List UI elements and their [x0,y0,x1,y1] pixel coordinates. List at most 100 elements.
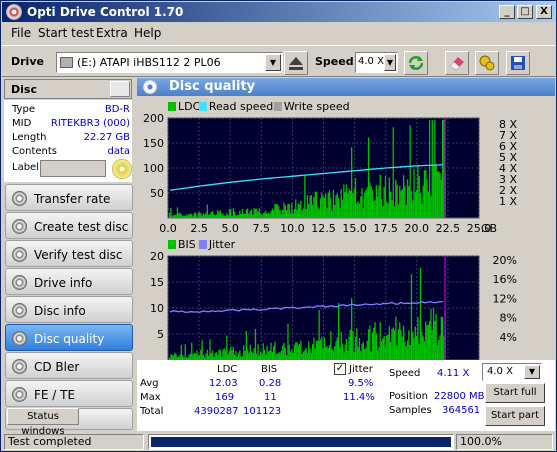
data-bar [438,339,440,360]
status-windows-button[interactable]: Status windows [7,408,79,437]
data-bar [200,212,202,218]
data-bar [403,175,405,218]
data-bar [297,203,299,218]
data-bar [270,342,272,360]
nav-label: Disc info [34,304,86,318]
start-full-button[interactable]: Start full [485,383,545,403]
data-bar [226,335,228,360]
data-bar [300,200,302,218]
refresh-button[interactable] [404,51,428,75]
status-bar: Test completed 100.0% [2,433,555,451]
nav-transfer-rate[interactable]: Transfer rate [5,184,133,211]
data-bar [390,341,392,360]
data-bar [386,335,388,360]
label-input[interactable] [40,160,106,177]
maximize-button[interactable]: □ [517,5,533,19]
data-bar [283,342,285,360]
data-bar [419,193,422,218]
menu-start-test[interactable]: Start test [38,26,94,40]
nav-create-test-disc[interactable]: Create test disc [5,212,133,239]
app-window: Opti Drive Control 1.70 _ □ X File Start… [0,0,557,452]
nav-drive-info[interactable]: Drive info [5,268,133,295]
nav-verify-test-disc[interactable]: Verify test disc [5,240,133,267]
data-bar [235,215,237,218]
menu-help[interactable]: Help [134,26,161,40]
nav-fe-te[interactable]: FE / TE [5,380,133,407]
speed-select[interactable]: 4.0 X ▼ [355,52,398,73]
nav-cd-bler[interactable]: CD Bler [5,352,133,379]
x-tick-label: 12.5 [311,222,336,235]
data-bar [397,329,400,360]
jitter-checkbox[interactable]: ✓ [334,363,346,375]
data-bar [257,211,259,218]
data-bar [332,189,335,218]
data-bar [214,215,216,218]
disc-quality-panel: Disc quality 200 150 100 50 0.0 2.5 5.0 7.5 10.0… [137,78,555,431]
eject-icon [289,57,303,70]
data-bar [374,322,376,360]
data-bar [339,347,341,360]
y2-tick-label: 8% [500,312,517,325]
eject-button[interactable] [284,51,308,75]
data-bar [304,350,306,360]
data-bar [429,120,431,218]
data-bar [321,336,323,360]
data-bar [371,332,374,360]
test-speed-select[interactable]: 4.0 X ▼ [482,363,542,381]
data-bar [265,210,267,218]
disc-label-icon[interactable] [112,159,132,179]
data-bar [375,333,377,360]
data-bar [328,344,331,360]
y2-tick-label: 20% [493,254,517,267]
menu-file[interactable]: File [11,26,31,40]
menu-extra[interactable]: Extra [96,26,128,40]
close-button[interactable]: X [536,5,552,19]
data-bar [289,351,292,360]
panel-title: Disc quality [169,79,256,94]
settings-button[interactable] [475,51,499,75]
data-bar [383,187,385,218]
data-bar [400,190,402,218]
y-tick-label: 20 [150,250,164,263]
nav-disc-quality[interactable]: Disc quality [5,324,133,351]
data-bar [327,192,329,218]
data-bar [386,201,388,218]
x-tick-label: 2.5 [190,222,208,235]
drive-select[interactable]: (E:) ATAPI iHBS112 2 PL06 ▼ [56,52,283,73]
erase-button[interactable] [445,51,469,75]
data-bar [302,351,305,360]
stats-total-ldc: 4390287 [194,406,239,417]
data-bar [331,210,333,218]
data-bar [395,179,397,218]
data-bar [351,147,353,218]
nav-label: Create test disc [34,220,129,234]
disc-header-button[interactable] [110,81,130,97]
data-bar [288,204,290,218]
minimize-button[interactable]: _ [499,5,515,19]
data-bar [353,188,355,218]
y-tick-label: 150 [143,137,164,150]
y-tick-label: 50 [150,187,164,200]
stats-max-label: Max [140,392,161,403]
data-bar [228,350,231,360]
data-bar [341,200,344,218]
data-bar [427,191,429,218]
data-bar [273,346,275,360]
start-part-button[interactable]: Start part [485,406,545,426]
data-bar [397,204,400,218]
data-bar [330,198,332,218]
speed-stat-value: 4.11 X [437,368,470,379]
data-bar [178,213,180,218]
data-bar [336,337,338,360]
nav-disc-info[interactable]: Disc info [5,296,133,323]
data-bar [417,317,419,360]
nav-label: FE / TE [34,388,76,402]
data-bar [365,190,367,218]
y-tick-label: 15 [150,276,164,289]
data-bar [187,215,189,218]
data-bar [314,191,316,218]
disc-contents-value: data [107,146,130,157]
save-button[interactable] [506,51,530,75]
data-bar [189,213,192,218]
x-unit-label: GB [481,222,497,235]
